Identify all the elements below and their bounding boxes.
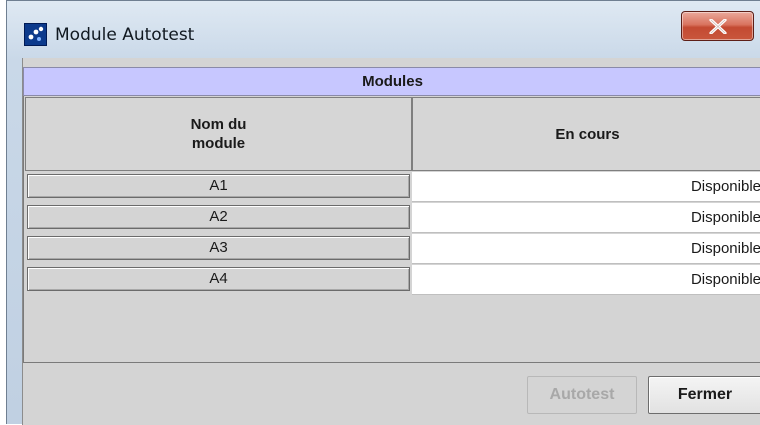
module-status-cell[interactable]: Disponible	[412, 172, 760, 202]
title-bar[interactable]: Module Autotest	[7, 1, 760, 59]
dialog-content: Modules Nom du module En cours A1 Dispon…	[22, 58, 760, 425]
modules-table: Nom du module En cours A1 Disponible A2 …	[23, 96, 760, 363]
window-title: Module Autotest	[55, 25, 195, 45]
app-logo-icon	[24, 23, 47, 46]
modules-section-header: Modules	[23, 67, 760, 96]
column-header-module-name-label: Nom du module	[190, 116, 247, 152]
close-icon	[709, 19, 727, 34]
module-name-cell[interactable]: A1	[27, 174, 410, 198]
module-name-cell[interactable]: A2	[27, 205, 410, 229]
autotest-button: Autotest	[527, 376, 637, 414]
dialog-button-bar: Autotest Fermer	[23, 364, 760, 425]
module-status-cell[interactable]: Disponible	[412, 234, 760, 264]
column-header-module-name[interactable]: Nom du module	[25, 97, 412, 171]
module-status-cell[interactable]: Disponible	[412, 265, 760, 295]
window-close-button[interactable]	[681, 11, 754, 41]
module-name-cell[interactable]: A3	[27, 236, 410, 260]
table-row[interactable]: A2 Disponible	[25, 202, 760, 233]
table-row[interactable]: A4 Disponible	[25, 264, 760, 295]
column-header-status-label: En cours	[555, 125, 620, 143]
table-row[interactable]: A1 Disponible	[25, 171, 760, 202]
module-name-cell[interactable]: A4	[27, 267, 410, 291]
module-status-cell[interactable]: Disponible	[412, 203, 760, 233]
table-row[interactable]: A3 Disponible	[25, 233, 760, 264]
module-autotest-window: Module Autotest Modules Nom du module En…	[6, 0, 760, 425]
column-header-status[interactable]: En cours	[412, 97, 760, 171]
close-button[interactable]: Fermer	[648, 376, 760, 414]
